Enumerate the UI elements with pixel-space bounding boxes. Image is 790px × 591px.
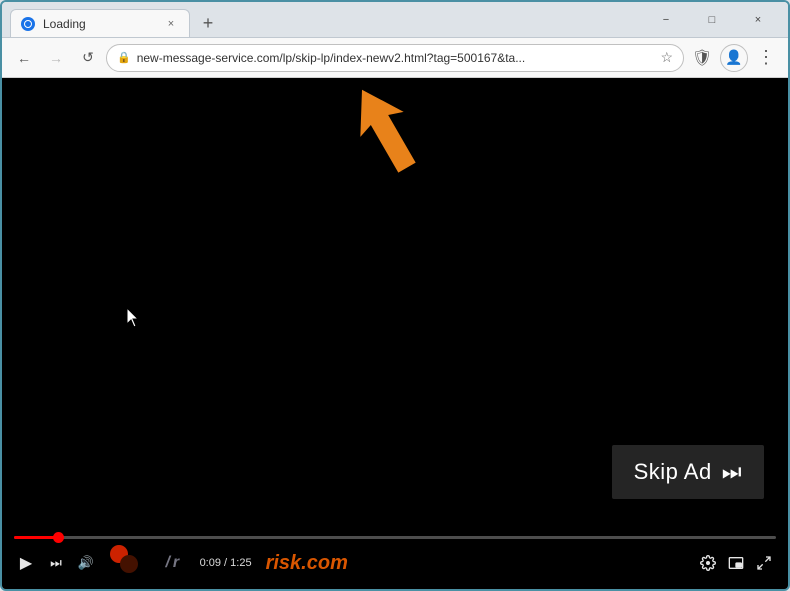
close-button[interactable]: × [736, 6, 780, 34]
logo-circles [110, 545, 146, 581]
controls-row: ▶ ⏭ 🔊 /r [14, 545, 776, 581]
maximize-button[interactable]: □ [690, 6, 734, 34]
nav-bar: ← → ↺ 🔒 new-message-service.com/lp/skip-… [2, 38, 788, 78]
bookmark-star-icon[interactable]: ☆ [660, 49, 673, 66]
lock-icon: 🔒 [117, 51, 131, 64]
skip-ad-label: Skip Ad [634, 459, 712, 485]
progress-bar-container[interactable] [14, 536, 776, 539]
forward-button[interactable]: → [42, 44, 70, 72]
profile-button[interactable]: 👤 [720, 44, 748, 72]
logo-circle-dark [120, 555, 138, 573]
risk-com-text: risk.com [266, 552, 348, 574]
menu-button[interactable]: ⋮ [752, 44, 780, 72]
annotation-arrow [347, 83, 427, 178]
progress-bar-fill [14, 536, 60, 539]
tab-area: Loading × + [10, 2, 636, 37]
tab-title: Loading [43, 17, 155, 31]
shield-icon[interactable]: 🛡 [688, 44, 716, 72]
content-area: Skip Ad ⏭ ▶ ⏭ 🔊 [2, 78, 788, 589]
skip-ad-button[interactable]: Skip Ad ⏭ [612, 445, 764, 499]
active-tab[interactable]: Loading × [10, 9, 190, 37]
address-bar[interactable]: 🔒 new-message-service.com/lp/skip-lp/ind… [106, 44, 684, 72]
video-controls-bar: ▶ ⏭ 🔊 /r [2, 509, 788, 589]
tab-close-button[interactable]: × [163, 16, 179, 32]
refresh-button[interactable]: ↺ [74, 44, 102, 72]
minimize-button[interactable]: − [644, 6, 688, 34]
settings-button[interactable] [696, 551, 720, 575]
channel-logo [110, 545, 146, 581]
new-tab-button[interactable]: + [194, 9, 222, 37]
time-display: 0:09 / 1:25 [200, 557, 252, 569]
mouse-cursor [127, 308, 139, 326]
play-button[interactable]: ▶ [14, 551, 38, 575]
volume-button[interactable]: 🔊 [74, 551, 98, 575]
browser-window: Loading × + − □ × ← → ↺ 🔒 new-message-se… [0, 0, 790, 591]
favicon-globe [24, 20, 32, 28]
miniplayer-button[interactable] [724, 551, 748, 575]
title-bar: Loading × + − □ × [2, 2, 788, 38]
back-button[interactable]: ← [10, 44, 38, 72]
channel-name-area: /r [158, 554, 190, 572]
fullscreen-button[interactable] [752, 551, 776, 575]
watermark-risk: risk.com [266, 552, 348, 575]
watermark-prefix: /r [158, 554, 190, 572]
progress-thumb [53, 532, 64, 543]
address-text: new-message-service.com/lp/skip-lp/index… [137, 51, 655, 65]
next-button[interactable]: ⏭ [44, 551, 68, 575]
window-controls: − □ × [644, 6, 780, 34]
tab-favicon [21, 17, 35, 31]
skip-ad-icon: ⏭ [722, 459, 742, 485]
right-controls [696, 551, 776, 575]
